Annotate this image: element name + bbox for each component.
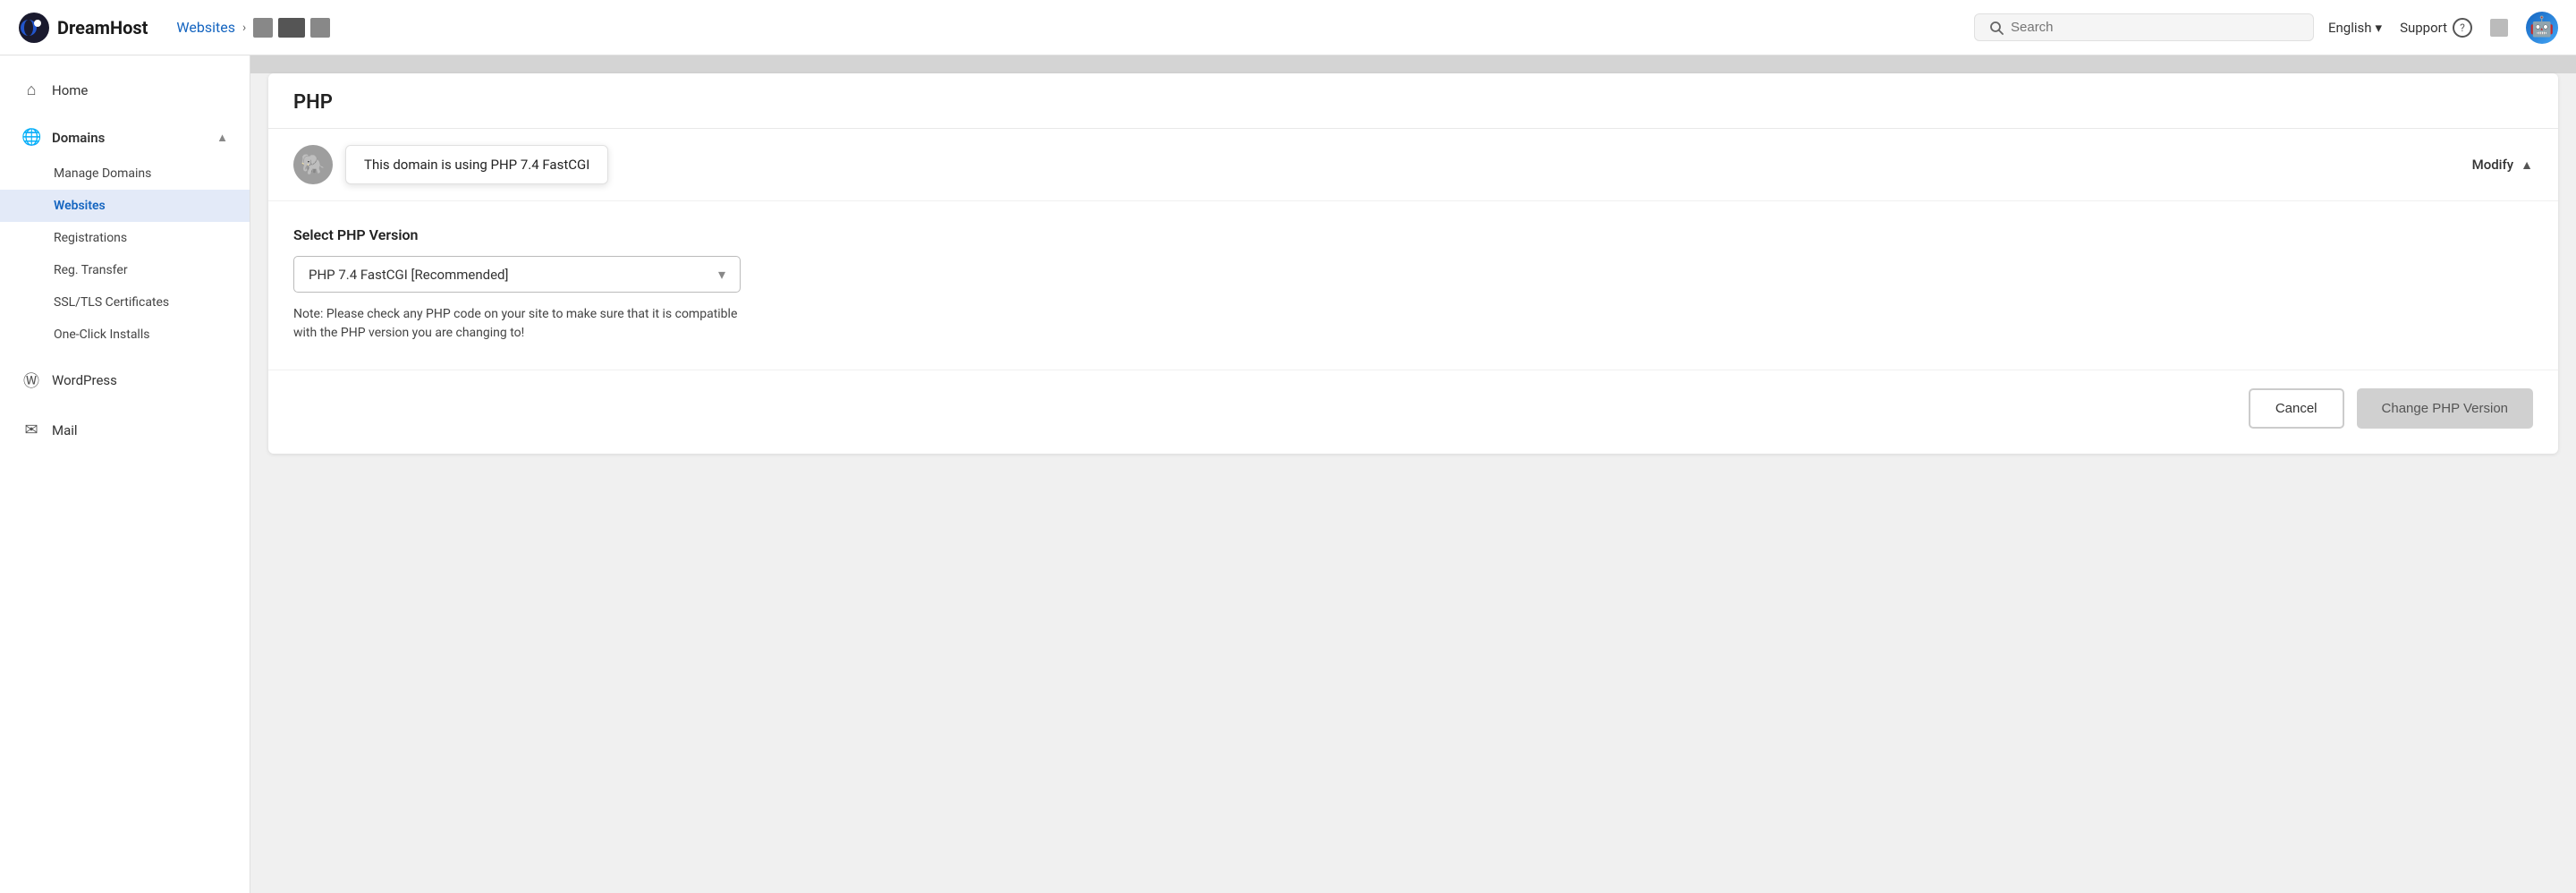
chevron-up-icon: ▲ [2521, 157, 2533, 173]
avatar[interactable]: 🤖 [2526, 12, 2558, 44]
notifications-icon[interactable] [2490, 19, 2508, 37]
dreamhost-logo-icon [18, 12, 50, 44]
main-layout: ⌂ Home 🌐 Domains ▲ Manage Domains Websit… [0, 55, 2576, 893]
sidebar-wordpress-label: WordPress [52, 372, 117, 388]
sidebar-one-click-label: One-Click Installs [54, 327, 149, 342]
content-area: PHP 🐘 This domain is using PHP 7.4 FastC… [250, 55, 2576, 893]
sidebar-home-label: Home [52, 82, 88, 98]
sidebar-wordpress-section: Ⓦ WordPress [0, 354, 250, 406]
breadcrumb-block-1 [253, 18, 273, 38]
sidebar-mail-section: ✉ Mail [0, 406, 250, 454]
sidebar-domains-label: Domains [52, 130, 105, 146]
breadcrumb-block-3 [310, 18, 330, 38]
sidebar-manage-domains-label: Manage Domains [54, 166, 151, 181]
chevron-up-icon: ▲ [216, 131, 228, 145]
php-compatibility-note: Note: Please check any PHP code on your … [293, 305, 741, 343]
top-navigation: DreamHost Websites › English ▾ Support ? [0, 0, 2576, 55]
php-version-dropdown[interactable]: PHP 7.4 FastCGI [Recommended] ▾ [293, 256, 741, 293]
search-icon [1989, 21, 2004, 35]
breadcrumb-block-2 [278, 18, 305, 38]
search-input[interactable] [2011, 20, 2299, 35]
cancel-button[interactable]: Cancel [2249, 388, 2344, 429]
php-elephant-icon: 🐘 [293, 145, 333, 184]
home-icon: ⌂ [21, 81, 41, 99]
logo[interactable]: DreamHost [18, 12, 148, 44]
dropdown-arrow-icon: ▾ [718, 266, 725, 283]
php-page-title: PHP [293, 91, 2533, 114]
sidebar-item-wordpress[interactable]: Ⓦ WordPress [0, 358, 250, 403]
breadcrumb-websites-link[interactable]: Websites [176, 19, 235, 36]
wordpress-icon: Ⓦ [21, 369, 41, 392]
nav-icons [2490, 19, 2508, 37]
sidebar-item-reg-transfer[interactable]: Reg. Transfer [0, 254, 250, 286]
php-header: PHP [268, 73, 2558, 129]
sidebar-ssl-label: SSL/TLS Certificates [54, 295, 169, 310]
language-label: English [2328, 20, 2372, 36]
sidebar-item-one-click[interactable]: One-Click Installs [0, 319, 250, 351]
php-version-selected: PHP 7.4 FastCGI [Recommended] [309, 267, 718, 283]
select-version-label: Select PHP Version [293, 226, 2533, 243]
php-domain-status-text: This domain is using PHP 7.4 FastCGI [364, 157, 589, 173]
php-domain-row: 🐘 This domain is using PHP 7.4 FastCGI M… [268, 129, 2558, 201]
sidebar-reg-transfer-label: Reg. Transfer [54, 263, 128, 277]
globe-icon: 🌐 [21, 128, 41, 147]
sidebar-registrations-label: Registrations [54, 231, 127, 245]
breadcrumb-separator: › [242, 21, 246, 35]
nav-right: English ▾ Support ? 🤖 [2328, 12, 2558, 44]
support-button[interactable]: Support ? [2400, 18, 2472, 38]
sidebar-websites-label: Websites [54, 199, 106, 213]
breadcrumb-blocks [253, 18, 330, 38]
chevron-down-icon: ▾ [2376, 20, 2383, 36]
avatar-emoji: 🤖 [2529, 16, 2554, 38]
sidebar-domains-parent[interactable]: 🌐 Domains ▲ [0, 117, 250, 157]
php-domain-tooltip: This domain is using PHP 7.4 FastCGI [345, 145, 608, 184]
sidebar-item-manage-domains[interactable]: Manage Domains [0, 157, 250, 190]
search-bar[interactable] [1974, 13, 2314, 41]
mail-icon: ✉ [21, 421, 41, 439]
php-actions: Cancel Change PHP Version [268, 370, 2558, 454]
sidebar: ⌂ Home 🌐 Domains ▲ Manage Domains Websit… [0, 55, 250, 893]
modify-label: Modify [2472, 157, 2514, 173]
logo-text: DreamHost [57, 17, 148, 38]
language-selector[interactable]: English ▾ [2328, 20, 2382, 36]
sidebar-item-registrations[interactable]: Registrations [0, 222, 250, 254]
php-card: PHP 🐘 This domain is using PHP 7.4 FastC… [268, 73, 2558, 454]
sidebar-mail-label: Mail [52, 422, 78, 438]
sidebar-home-section: ⌂ Home [0, 66, 250, 114]
php-select-section: Select PHP Version PHP 7.4 FastCGI [Reco… [268, 201, 2558, 361]
content-background: PHP 🐘 This domain is using PHP 7.4 FastC… [250, 73, 2576, 893]
sidebar-item-mail[interactable]: ✉ Mail [0, 410, 250, 450]
sidebar-domains-section: 🌐 Domains ▲ Manage Domains Websites Regi… [0, 114, 250, 354]
breadcrumb: Websites › [176, 18, 1960, 38]
modify-button[interactable]: Modify ▲ [2472, 157, 2533, 173]
sidebar-item-home[interactable]: ⌂ Home [0, 70, 250, 110]
sidebar-item-websites[interactable]: Websites [0, 190, 250, 222]
support-label: Support [2400, 20, 2447, 36]
sidebar-item-ssl-certs[interactable]: SSL/TLS Certificates [0, 286, 250, 319]
change-php-version-button[interactable]: Change PHP Version [2357, 388, 2533, 429]
support-circle-icon: ? [2453, 18, 2472, 38]
